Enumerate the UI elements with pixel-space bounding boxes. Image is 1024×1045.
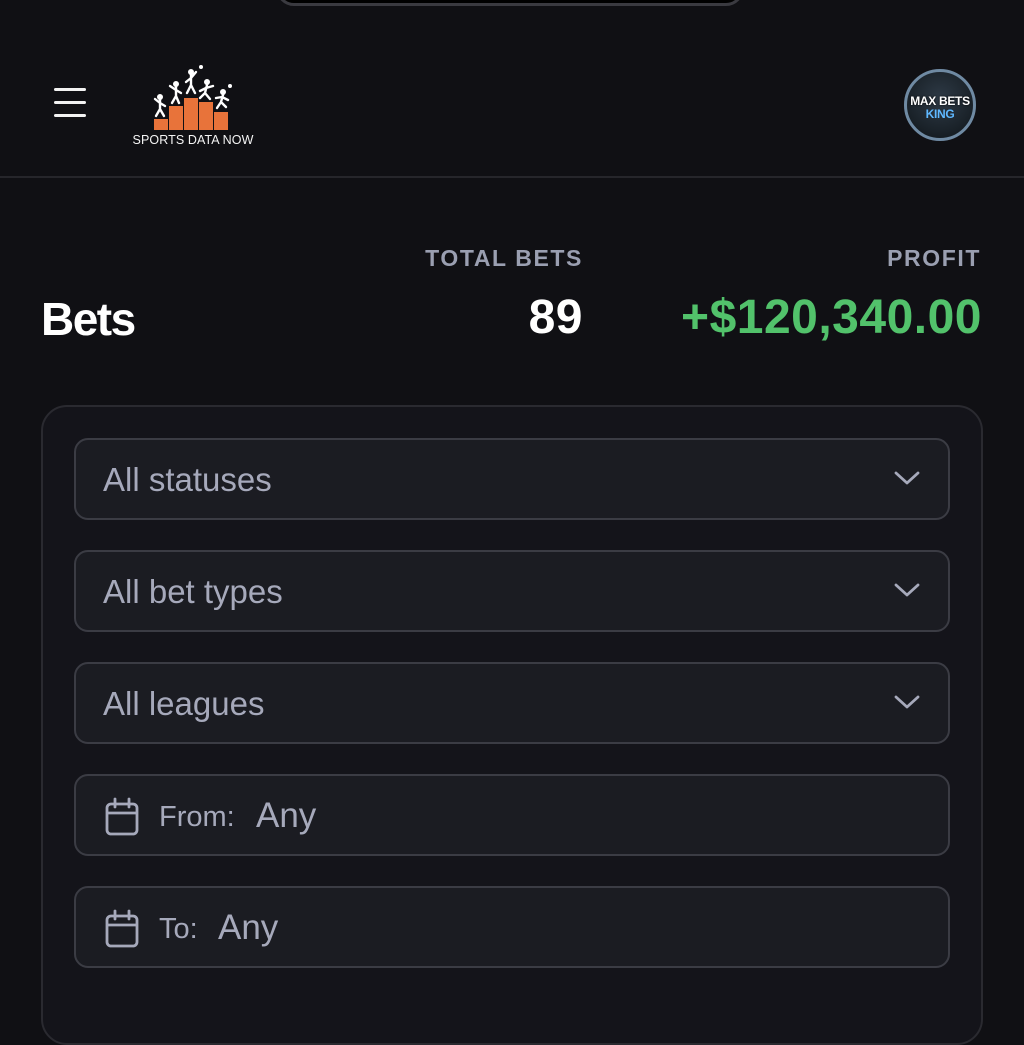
app-header: SPORTS DATA NOW MAX BETS KING <box>0 0 1024 178</box>
chevron-down-icon <box>894 695 920 709</box>
total-bets-value: 89 <box>528 291 583 344</box>
league-select[interactable]: All leagues <box>74 662 950 744</box>
bet-type-select[interactable]: All bet types <box>74 550 950 632</box>
from-date-label: From: <box>159 801 235 833</box>
avatar[interactable]: MAX BETS KING <box>904 69 976 141</box>
from-date-value: Any <box>256 796 317 835</box>
league-select-value: All leagues <box>103 685 265 722</box>
logo-text: SPORTS DATA NOW <box>132 133 254 147</box>
menu-icon[interactable] <box>54 88 88 120</box>
brand-logo[interactable]: SPORTS DATA NOW <box>128 62 258 152</box>
chevron-down-icon <box>894 471 920 485</box>
logo-icon <box>153 65 232 130</box>
avatar-text-secondary: KING <box>925 107 955 121</box>
status-select-value: All statuses <box>103 461 272 498</box>
total-bets-label: TOTAL BETS <box>425 245 583 271</box>
calendar-icon <box>105 909 139 948</box>
from-date-field[interactable]: From: Any <box>74 774 950 856</box>
to-date-field[interactable]: To: Any <box>74 886 950 968</box>
profit-label: PROFIT <box>887 245 981 271</box>
chevron-down-icon <box>894 583 920 597</box>
to-date-value: Any <box>218 908 279 947</box>
status-select[interactable]: All statuses <box>74 438 950 520</box>
to-date-label: To: <box>159 913 198 945</box>
page-title: Bets <box>41 293 136 345</box>
profit-value: +$120,340.00 <box>681 291 982 344</box>
bet-type-select-value: All bet types <box>103 573 283 610</box>
avatar-text-primary: MAX BETS <box>910 94 970 108</box>
calendar-icon <box>105 797 139 836</box>
